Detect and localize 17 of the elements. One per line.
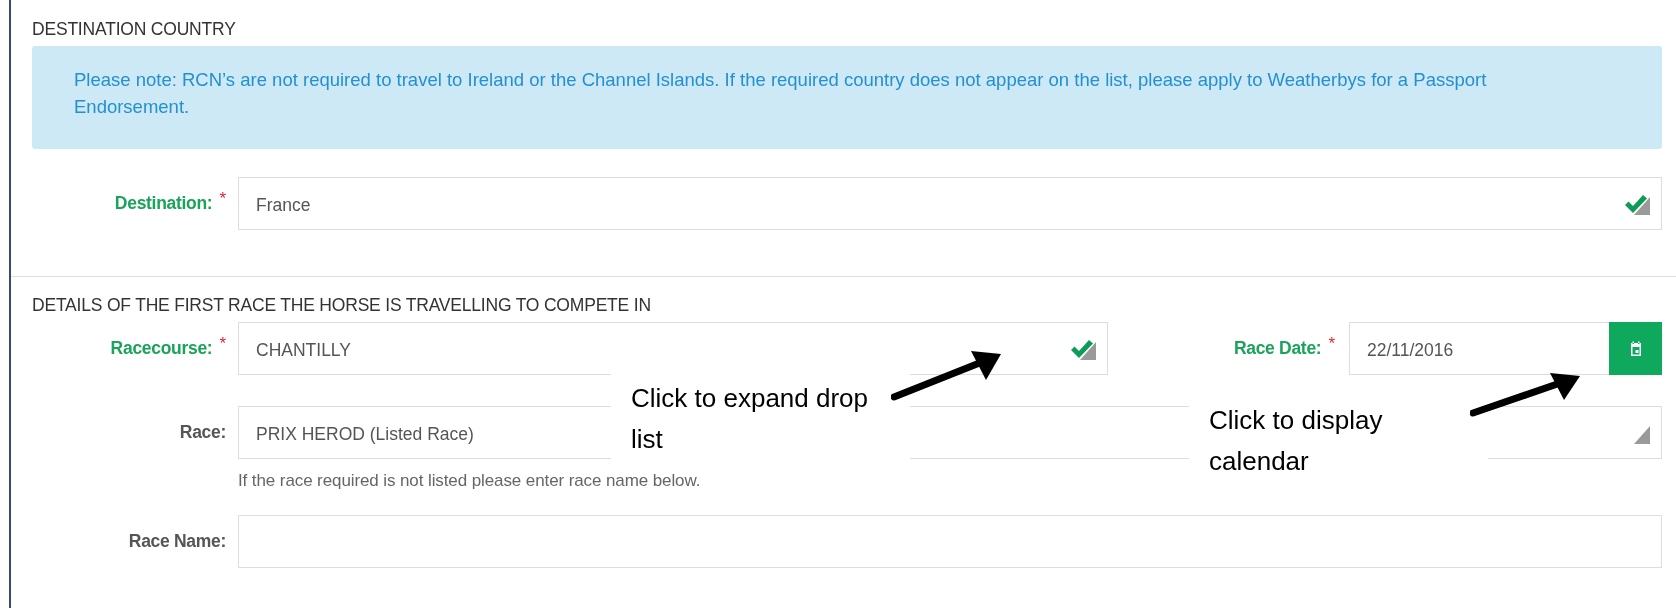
field-label: Race: <box>179 422 226 443</box>
required-asterisk: * <box>219 334 226 354</box>
calendar-icon <box>1628 340 1643 357</box>
field-label: Racecourse: <box>110 338 213 359</box>
section-heading: DETAILS OF THE FIRST RACE THE HORSE IS TRAVELLING TO COMPETE IN <box>32 294 652 317</box>
required-asterisk: * <box>219 189 226 209</box>
required-asterisk: * <box>1328 334 1335 354</box>
field-label: Race Name: <box>128 531 226 552</box>
text-field[interactable] <box>238 515 1662 568</box>
info-notice: Please note: RCN’s are not required to travel to Ireland or the Channel Islands. If the required country does not appear on the list, please apply to Weatherbys for a Passport Endorsement. <box>32 46 1662 149</box>
section-heading: DESTINATION COUNTRY <box>32 18 237 41</box>
field-label: Destination: <box>114 193 213 214</box>
calendar-button[interactable] <box>1609 322 1662 375</box>
dropdown-field[interactable]: France <box>238 177 1662 230</box>
date-field[interactable]: 22/11/2016 <box>1349 322 1662 375</box>
help-text: If the race required is not listed please enter race name below. <box>238 471 701 491</box>
field-label: Race Date: <box>1233 338 1322 359</box>
